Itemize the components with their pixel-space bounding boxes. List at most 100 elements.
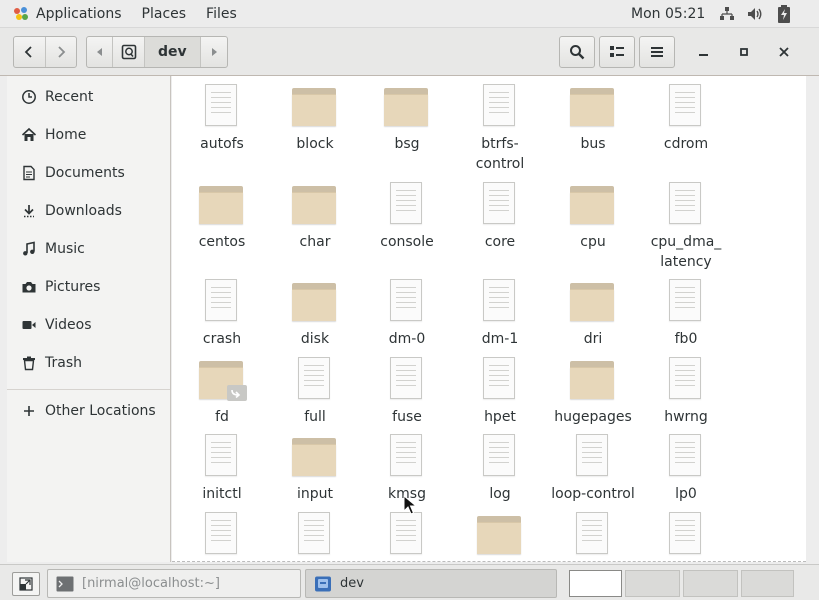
sidebar-item-documents[interactable]: Documents [7,154,170,192]
file-item[interactable]: fb0 [638,277,734,349]
file-item[interactable]: btrfs-control [452,82,548,174]
maximize-button[interactable] [734,42,754,62]
file-item[interactable] [174,510,270,562]
folder-item[interactable]: hugepages [545,355,641,427]
file-item[interactable]: cdrom [638,82,734,154]
show-desktop-button[interactable] [12,572,40,596]
file-grid[interactable]: autofs block bsg btrfs-control bus cdrom cento… [172,76,806,562]
taskbar-files-button[interactable]: dev [305,569,557,598]
taskbar-files-label: dev [340,576,364,591]
folder-item[interactable]: dri [545,277,641,349]
file-item[interactable]: core [452,180,548,252]
file-item[interactable]: console [359,180,455,252]
folder-icon [292,277,338,323]
header-bar: dev [0,28,819,76]
forward-button[interactable] [46,37,77,67]
file-icon [199,82,245,128]
taskbar-terminal-button[interactable]: [nirmal@localhost:~] [47,569,301,598]
file-item[interactable]: lp0 [638,432,734,504]
file-icon [663,277,709,323]
minimize-button[interactable] [694,42,714,62]
file-item[interactable]: autofs [174,82,270,154]
file-item[interactable] [267,510,363,562]
folder-item[interactable]: cpu [545,180,641,252]
workspace-4[interactable] [741,570,794,597]
file-item[interactable]: dm-1 [452,277,548,349]
sidebar-item-recent[interactable]: Recent [7,78,170,116]
sidebar-item-label: Downloads [45,203,122,219]
file-name: bsg [394,136,420,152]
file-item[interactable]: log [452,432,548,504]
files-menu[interactable]: Files [196,0,247,28]
sidebar-divider [7,389,170,390]
path-root-button[interactable] [113,37,145,67]
workspace-2[interactable] [625,570,680,597]
file-name: centos [198,234,246,250]
sidebar-item-trash[interactable]: Trash [7,344,170,382]
file-icon [663,82,709,128]
path-scroll-left[interactable] [87,37,113,67]
applications-label: Applications [36,5,122,22]
clock[interactable]: Mon 05:21 [631,0,705,28]
sidebar-item-music[interactable]: Music [7,230,170,268]
menu-button[interactable] [639,36,675,68]
hamburger-icon [651,47,663,57]
file-item[interactable]: loop-control [545,432,641,504]
path-scroll-right[interactable] [201,37,227,67]
sidebar-item-downloads[interactable]: Downloads [7,192,170,230]
folder-icon [477,510,523,556]
back-button[interactable] [14,37,46,67]
sidebar-item-label: Recent [45,89,94,105]
folder-item[interactable]: block [267,82,363,154]
sidebar-item-other-locations[interactable]: Other Locations [7,392,170,430]
sidebar-item-pictures[interactable]: Pictures [7,268,170,306]
volume-icon[interactable] [746,5,764,23]
file-item[interactable] [545,510,641,562]
file-item[interactable]: fuse [359,355,455,427]
folder-item[interactable]: bus [545,82,641,154]
file-name: btrfs-control [475,136,525,172]
folder-item[interactable]: char [267,180,363,252]
folder-item[interactable]: fd [174,355,270,427]
file-item[interactable]: dm-0 [359,277,455,349]
folder-item[interactable]: bsg [359,82,455,154]
files-app-icon [315,576,331,591]
close-icon [779,47,789,57]
file-name: autofs [200,136,244,152]
file-icon [199,277,245,323]
folder-item[interactable] [452,510,548,562]
file-name: cdrom [663,136,709,152]
folder-item[interactable]: centos [174,180,270,252]
path-current-folder[interactable]: dev [145,37,201,67]
file-item[interactable] [638,510,734,562]
file-icon [384,432,430,478]
file-item[interactable]: hwrng [638,355,734,427]
folder-item[interactable]: input [267,432,363,504]
file-item[interactable]: cpu_dma_ latency [638,180,734,272]
file-item[interactable]: crash [174,277,270,349]
folder-item[interactable]: disk [267,277,363,349]
file-item[interactable]: kmsg [359,432,455,504]
view-toggle-button[interactable] [599,36,635,68]
workspace-1[interactable] [569,570,622,597]
file-name: hpet [484,409,516,425]
file-icon [477,432,523,478]
sidebar-item-home[interactable]: Home [7,116,170,154]
sidebar-item-videos[interactable]: Videos [7,306,170,344]
applications-menu[interactable]: Applications [0,0,132,28]
close-button[interactable] [774,42,794,62]
file-icon [570,432,616,478]
search-button[interactable] [559,36,595,68]
grid-bottom-edge [172,561,806,562]
files-label: Files [206,5,237,22]
network-icon[interactable] [718,5,736,23]
file-item[interactable]: initctl [174,432,270,504]
file-item[interactable]: full [267,355,363,427]
sidebar-item-label: Videos [45,317,92,333]
file-item[interactable] [359,510,455,562]
battery-icon[interactable] [776,5,792,23]
workspace-3[interactable] [683,570,738,597]
file-item[interactable]: hpet [452,355,548,427]
file-name: fuse [392,409,422,425]
places-menu[interactable]: Places [132,0,197,28]
